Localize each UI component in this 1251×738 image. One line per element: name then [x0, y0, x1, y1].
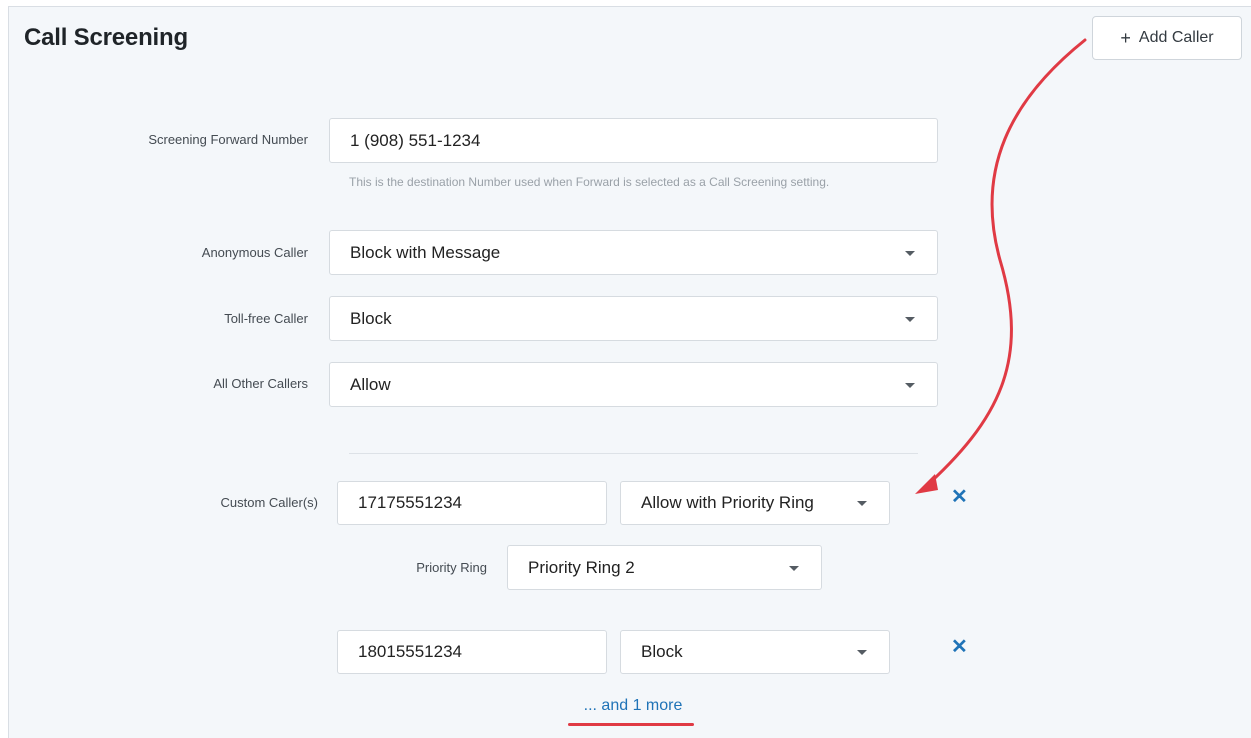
anonymous-caller-label: Anonymous Caller [201, 245, 308, 260]
chevron-down-icon [857, 650, 867, 655]
close-icon[interactable]: ✕ [951, 637, 968, 657]
add-caller-label: Add Caller [1138, 29, 1214, 46]
all-other-callers-select[interactable]: Allow [329, 362, 938, 407]
annotation-underline [568, 723, 694, 726]
custom-caller-action-value: Allow with Priority Ring [641, 493, 814, 512]
toll-free-caller-label: Toll-free Caller [224, 311, 308, 326]
page-title: Call Screening [24, 24, 188, 51]
priority-ring-value: Priority Ring 2 [528, 557, 635, 577]
chevron-down-icon [857, 501, 867, 506]
priority-ring-label: Priority Ring [416, 560, 487, 575]
divider [349, 453, 918, 454]
chevron-down-icon [905, 316, 915, 322]
anonymous-caller-value: Block with Message [350, 242, 501, 262]
custom-caller-action-select[interactable]: Allow with Priority Ring [620, 481, 890, 525]
all-other-callers-value: Allow [350, 374, 391, 394]
all-other-callers-label: All Other Callers [213, 376, 308, 391]
custom-caller-action-value: Block [641, 642, 683, 661]
chevron-down-icon [789, 565, 799, 571]
add-caller-button[interactable]: + Add Caller [1092, 16, 1242, 60]
custom-caller-number-input[interactable]: 17175551234 [337, 481, 607, 525]
chevron-down-icon [905, 382, 915, 388]
priority-ring-select[interactable]: Priority Ring 2 [507, 545, 822, 590]
show-more-link[interactable]: ... and 1 more [570, 697, 696, 715]
plus-icon: + [1120, 27, 1131, 48]
toll-free-caller-value: Block [350, 308, 392, 328]
custom-caller-number-input[interactable]: 18015551234 [337, 630, 607, 674]
close-icon[interactable]: ✕ [951, 487, 968, 507]
toll-free-caller-select[interactable]: Block [329, 296, 938, 341]
forward-number-label: Screening Forward Number [148, 132, 308, 147]
anonymous-caller-select[interactable]: Block with Message [329, 230, 938, 275]
chevron-down-icon [905, 250, 915, 256]
forward-number-input[interactable]: 1 (908) 551-1234 [329, 118, 938, 163]
forward-number-hint: This is the destination Number used when… [349, 175, 830, 189]
custom-callers-label: Custom Caller(s) [220, 495, 318, 510]
custom-caller-action-select[interactable]: Block [620, 630, 890, 674]
